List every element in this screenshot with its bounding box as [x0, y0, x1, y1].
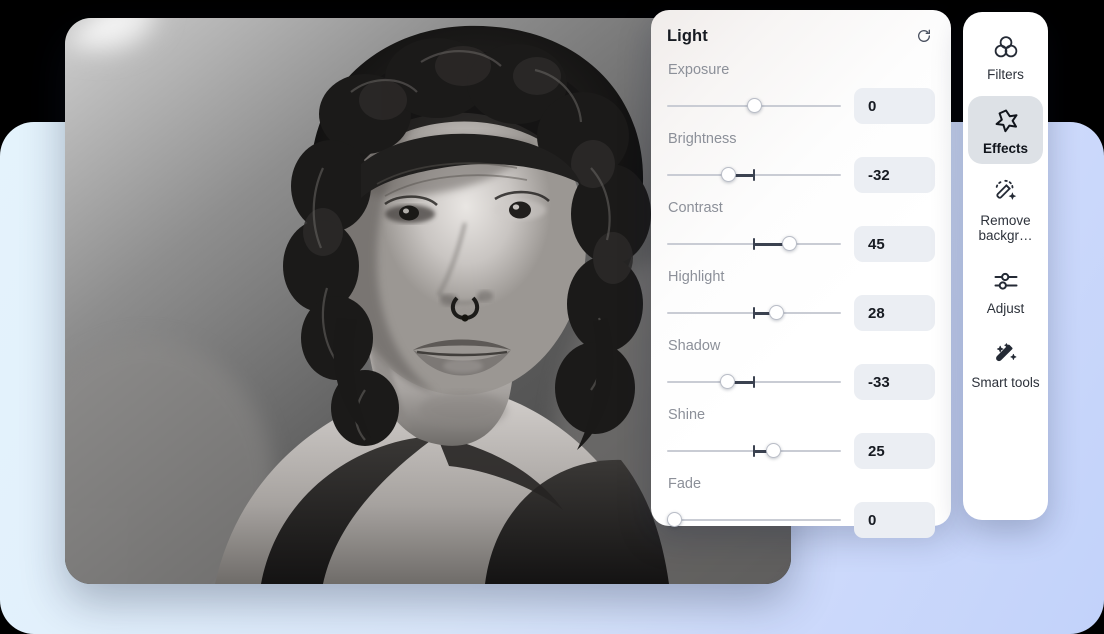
three-circles-icon	[992, 30, 1020, 64]
slider-center-tick	[753, 445, 756, 457]
control-label: Contrast	[668, 198, 935, 218]
magic-wand-icon	[992, 176, 1020, 210]
slider-center-tick	[753, 238, 756, 250]
value-input-highlight[interactable]: 28	[854, 295, 935, 331]
sidebar-item-adjust[interactable]: Adjust	[968, 256, 1043, 324]
slider-highlight[interactable]	[667, 303, 841, 323]
reset-icon[interactable]	[913, 25, 935, 47]
tools-sidebar: Filters Effects	[963, 12, 1048, 520]
value-input-brightness[interactable]: -32	[854, 157, 935, 193]
slider-center-tick	[753, 376, 756, 388]
sidebar-item-label: Smart tools	[971, 375, 1039, 390]
control-label: Highlight	[668, 267, 935, 287]
control-shine: Shine 25	[667, 405, 935, 473]
value-input-shadow[interactable]: -33	[854, 364, 935, 400]
control-contrast: Contrast 45	[667, 198, 935, 266]
panel-header: Light	[667, 24, 935, 48]
sidebar-item-label: Remove backgr…	[970, 213, 1041, 243]
sidebar-item-label: Filters	[987, 67, 1024, 82]
value-input-fade[interactable]: 0	[854, 502, 935, 538]
slider-contrast[interactable]	[667, 234, 841, 254]
slider-thumb[interactable]	[782, 236, 797, 251]
slider-thumb[interactable]	[747, 98, 762, 113]
sparkle-wand-icon	[992, 338, 1020, 372]
slider-center-tick	[753, 169, 756, 181]
control-row: 25	[667, 429, 935, 473]
star-burst-icon	[992, 104, 1020, 138]
control-label: Exposure	[668, 60, 935, 80]
control-label: Brightness	[668, 129, 935, 149]
value-input-exposure[interactable]: 0	[854, 88, 935, 124]
control-label: Shine	[668, 405, 935, 425]
light-adjustment-panel: Light Exposure 0 Brightness -32 Contrast 45 Hi…	[651, 10, 951, 526]
controls-list: Exposure 0 Brightness -32 Contrast 45 Highligh…	[667, 60, 935, 542]
control-shadow: Shadow -33	[667, 336, 935, 404]
value-input-contrast[interactable]: 45	[854, 226, 935, 262]
slider-exposure[interactable]	[667, 96, 841, 116]
screenshot-root: Light Exposure 0 Brightness -32 Contrast 45 Hi…	[0, 0, 1104, 634]
page-title: Light	[667, 27, 708, 46]
control-highlight: Highlight 28	[667, 267, 935, 335]
slider-fade[interactable]	[667, 510, 841, 530]
slider-shadow[interactable]	[667, 372, 841, 392]
sidebar-item-effects[interactable]: Effects	[968, 96, 1043, 164]
sidebar-item-label: Adjust	[987, 301, 1025, 316]
slider-center-tick	[753, 307, 756, 319]
sliders-icon	[992, 264, 1020, 298]
control-brightness: Brightness -32	[667, 129, 935, 197]
sidebar-item-filters[interactable]: Filters	[968, 22, 1043, 90]
sidebar-item-remove-background[interactable]: Remove backgr…	[968, 170, 1043, 250]
slider-thumb[interactable]	[720, 374, 735, 389]
sidebar-item-smart-tools[interactable]: Smart tools	[968, 330, 1043, 398]
control-row: 28	[667, 291, 935, 335]
control-fade: Fade 0	[667, 474, 935, 542]
slider-thumb[interactable]	[769, 305, 784, 320]
slider-brightness[interactable]	[667, 165, 841, 185]
control-exposure: Exposure 0	[667, 60, 935, 128]
slider-shine[interactable]	[667, 441, 841, 461]
control-row: 0	[667, 84, 935, 128]
slider-track[interactable]	[667, 519, 841, 521]
value-input-shine[interactable]: 25	[854, 433, 935, 469]
control-row: -33	[667, 360, 935, 404]
control-row: 0	[667, 498, 935, 542]
slider-thumb[interactable]	[667, 512, 682, 527]
control-label: Fade	[668, 474, 935, 494]
sidebar-item-label: Effects	[983, 141, 1028, 156]
control-row: -32	[667, 153, 935, 197]
control-row: 45	[667, 222, 935, 266]
slider-thumb[interactable]	[721, 167, 736, 182]
control-label: Shadow	[668, 336, 935, 356]
slider-thumb[interactable]	[766, 443, 781, 458]
